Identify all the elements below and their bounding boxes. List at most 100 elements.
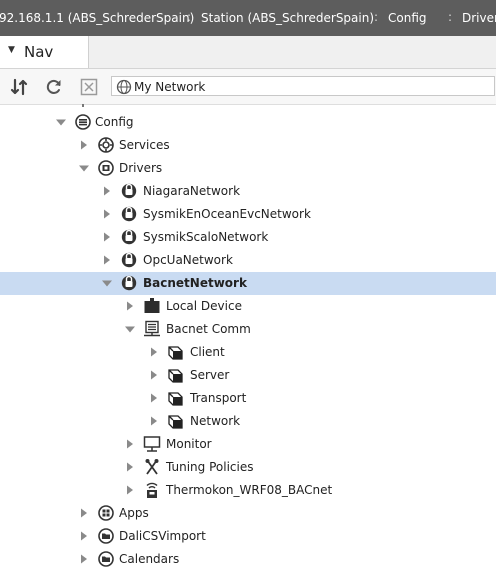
collapsed-arrow-icon[interactable] bbox=[101, 208, 113, 220]
breadcrumb-host[interactable]: 92.168.1.1 (ABS_SchrederSpain) bbox=[0, 11, 194, 25]
tree-node-label: Network bbox=[190, 414, 241, 428]
tree-node-calendars[interactable]: Calendars bbox=[0, 548, 496, 571]
network-icon bbox=[120, 182, 138, 200]
collapsed-arrow-icon[interactable] bbox=[101, 185, 113, 197]
tree-node-sysmikenoceanevcnetwork[interactable]: SysmikEnOceanEvcNetwork bbox=[0, 203, 496, 226]
config-icon bbox=[74, 113, 92, 131]
cube-icon bbox=[167, 366, 185, 384]
tree-node-transport[interactable]: Transport bbox=[0, 387, 496, 410]
tree-node-services[interactable]: Services bbox=[0, 134, 496, 157]
expanded-arrow-icon[interactable] bbox=[78, 162, 90, 174]
network-icon bbox=[120, 251, 138, 269]
tree-node-thermokon-wrf08-bacnet[interactable]: Thermokon_WRF08_BACnet bbox=[0, 479, 496, 502]
device-icon bbox=[143, 481, 161, 499]
refresh-icon[interactable] bbox=[44, 77, 64, 97]
network-icon bbox=[120, 205, 138, 223]
tree-node-label: Bacnet Comm bbox=[166, 322, 251, 336]
tree-node-client[interactable]: Client bbox=[0, 341, 496, 364]
tree-node-label: Config bbox=[95, 115, 134, 129]
expanded-arrow-icon[interactable] bbox=[101, 277, 113, 289]
collapsed-arrow-icon[interactable] bbox=[124, 484, 136, 496]
tree-node-label: Server bbox=[190, 368, 230, 382]
cube-icon bbox=[167, 343, 185, 361]
tree-node-monitor[interactable]: Monitor bbox=[0, 433, 496, 456]
tree-node-label: Services bbox=[119, 138, 170, 152]
tree-node-apps[interactable]: Apps bbox=[0, 502, 496, 525]
tree-node-drivers[interactable]: Drivers bbox=[0, 157, 496, 180]
breadcrumb-separator: : bbox=[374, 10, 379, 24]
collapsed-arrow-icon[interactable] bbox=[148, 346, 160, 358]
tree-node-label: OpcUaNetwork bbox=[143, 253, 233, 267]
tree-node-label: SysmikScaloNetwork bbox=[143, 230, 269, 244]
nav-tab[interactable]: ▼ Nav bbox=[0, 36, 89, 68]
expanded-arrow-icon[interactable] bbox=[124, 323, 136, 335]
tree-node-label: Thermokon_WRF08_BACnet bbox=[166, 483, 333, 497]
nav-header: ▼ Nav bbox=[0, 36, 496, 69]
close-icon[interactable] bbox=[79, 77, 99, 97]
tree-node-config[interactable]: Config bbox=[0, 111, 496, 134]
tree-connector-stub bbox=[82, 104, 84, 107]
collapsed-arrow-icon[interactable] bbox=[78, 507, 90, 519]
nav-tree: Config Services Drivers NiagaraNetwork Sysmi… bbox=[0, 104, 496, 574]
tree-node-label: NiagaraNetwork bbox=[143, 184, 241, 198]
breadcrumb-drivers[interactable]: Drivers bbox=[462, 11, 496, 25]
collapsed-arrow-icon[interactable] bbox=[148, 392, 160, 404]
apps-icon bbox=[97, 504, 115, 522]
tree-node-label: Transport bbox=[190, 391, 247, 405]
expanded-arrow-icon[interactable] bbox=[55, 116, 67, 128]
local-device-icon bbox=[143, 297, 161, 315]
folder-icon bbox=[97, 527, 115, 545]
sort-arrows-icon[interactable] bbox=[9, 77, 29, 97]
breadcrumb-config[interactable]: Config bbox=[388, 11, 427, 25]
breadcrumb-separator: : bbox=[187, 10, 192, 24]
tree-node-server[interactable]: Server bbox=[0, 364, 496, 387]
tree-node-label: SysmikEnOceanEvcNetwork bbox=[143, 207, 311, 221]
cube-icon bbox=[167, 389, 185, 407]
collapsed-arrow-icon[interactable] bbox=[78, 530, 90, 542]
tree-node-bacnetnetwork[interactable]: BacnetNetwork bbox=[0, 272, 496, 295]
network-icon bbox=[120, 228, 138, 246]
cube-icon bbox=[167, 412, 185, 430]
tree-node-sysmikscalonetwork[interactable]: SysmikScaloNetwork bbox=[0, 226, 496, 249]
folder-icon bbox=[97, 550, 115, 568]
tree-node-label: DaliCSVimport bbox=[119, 529, 206, 543]
drivers-icon bbox=[97, 159, 115, 177]
network-selector-label: My Network bbox=[134, 80, 206, 94]
tree-node-label: BacnetNetwork bbox=[143, 276, 247, 290]
tree-node-bacnet-comm[interactable]: Bacnet Comm bbox=[0, 318, 496, 341]
monitor-icon bbox=[143, 435, 161, 453]
tree-node-opcuanetwork[interactable]: OpcUaNetwork bbox=[0, 249, 496, 272]
collapsed-arrow-icon[interactable] bbox=[124, 300, 136, 312]
tree-node-network[interactable]: Network bbox=[0, 410, 496, 433]
collapsed-arrow-icon[interactable] bbox=[78, 139, 90, 151]
tree-node-label: Local Device bbox=[166, 299, 242, 313]
collapsed-arrow-icon[interactable] bbox=[101, 231, 113, 243]
services-icon bbox=[97, 136, 115, 154]
tree-node-local-device[interactable]: Local Device bbox=[0, 295, 496, 318]
comm-icon bbox=[143, 320, 161, 338]
tree-node-label: Calendars bbox=[119, 552, 180, 566]
tree-node-label: Monitor bbox=[166, 437, 212, 451]
globe-icon bbox=[116, 79, 132, 95]
tree-node-tuning-policies[interactable]: Tuning Policies bbox=[0, 456, 496, 479]
collapsed-arrow-icon[interactable] bbox=[101, 254, 113, 266]
tree-node-niagaranetwork[interactable]: NiagaraNetwork bbox=[0, 180, 496, 203]
nav-tab-label: Nav bbox=[24, 43, 54, 61]
tuning-icon bbox=[143, 458, 161, 476]
collapsed-arrow-icon[interactable] bbox=[78, 553, 90, 565]
tree-node-label: Apps bbox=[119, 506, 149, 520]
network-icon bbox=[120, 274, 138, 292]
collapsed-arrow-icon[interactable] bbox=[124, 438, 136, 450]
tree-node-label: Tuning Policies bbox=[166, 460, 254, 474]
breadcrumb-separator: : bbox=[448, 10, 453, 24]
network-selector[interactable]: My Network bbox=[111, 76, 495, 96]
collapsed-arrow-icon[interactable] bbox=[148, 415, 160, 427]
collapsed-arrow-icon[interactable] bbox=[124, 461, 136, 473]
breadcrumb-station[interactable]: Station (ABS_SchrederSpain) bbox=[201, 11, 374, 25]
collapsed-arrow-icon[interactable] bbox=[148, 369, 160, 381]
breadcrumb: 92.168.1.1 (ABS_SchrederSpain) : Station… bbox=[0, 0, 496, 36]
tree-node-dalicsvimport[interactable]: DaliCSVimport bbox=[0, 525, 496, 548]
dropdown-triangle-icon[interactable]: ▼ bbox=[8, 45, 15, 55]
tree-node-label: Drivers bbox=[119, 161, 163, 175]
tree-node-label: Client bbox=[190, 345, 225, 359]
